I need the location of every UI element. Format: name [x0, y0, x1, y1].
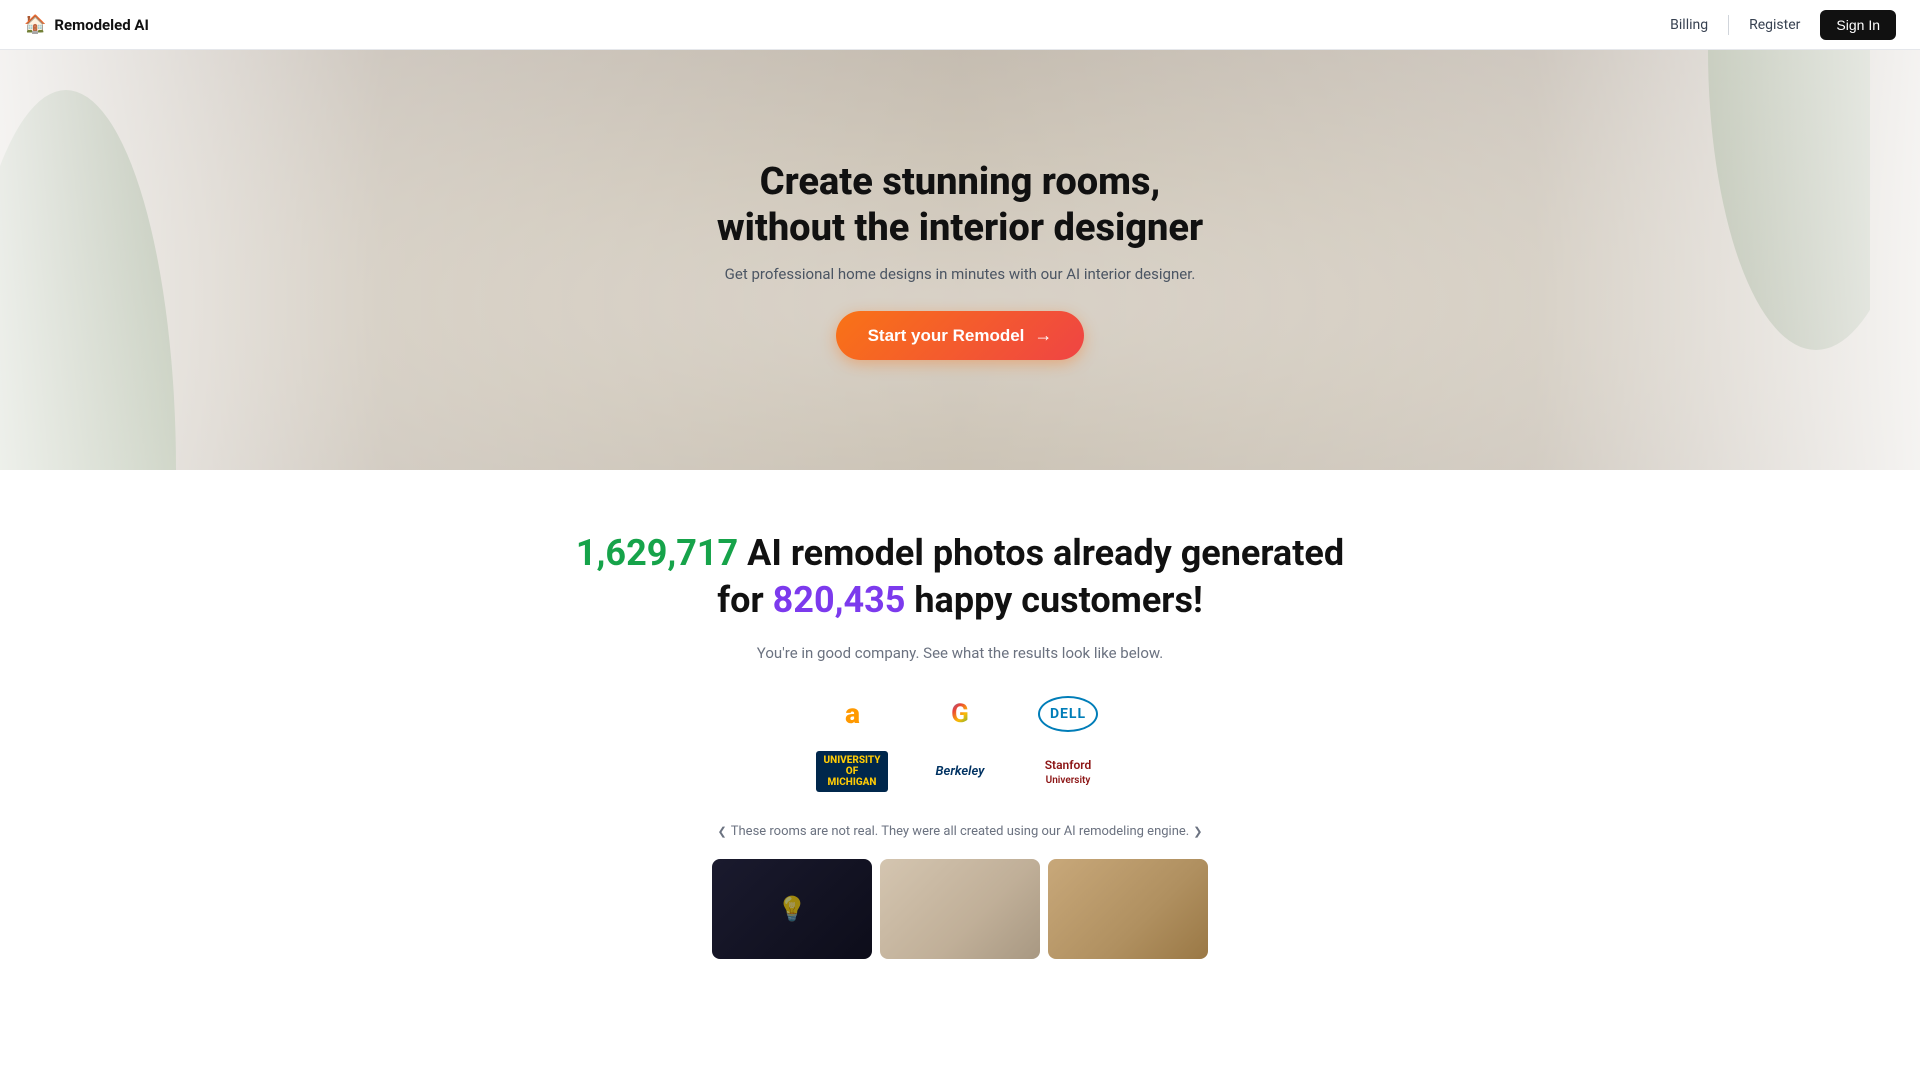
disclaimer: ❮ These rooms are not real. They were al…	[20, 824, 1900, 839]
berkeley-logo: Berkeley	[920, 750, 1000, 794]
preview-card-3	[1048, 859, 1208, 959]
logos-row-1: a G DELL	[812, 692, 1108, 736]
stats-section: 1,629,717 AI remodel photos already gene…	[0, 470, 1920, 989]
preview-card-1	[712, 859, 872, 959]
customer-count: 820,435	[773, 579, 906, 621]
hero-content: Create stunning rooms, without the inter…	[697, 160, 1223, 360]
stats-text-customers: happy customers!	[914, 579, 1202, 621]
chevron-left-icon: ❮	[718, 825, 727, 838]
nav-divider	[1728, 15, 1729, 35]
disclaimer-text: These rooms are not real. They were all …	[731, 824, 1189, 839]
billing-link[interactable]: Billing	[1658, 11, 1720, 39]
stanford-logo: StanfordUniversity	[1028, 750, 1108, 794]
hero-title: Create stunning rooms, without the inter…	[717, 160, 1203, 251]
stats-subtext: You're in good company. See what the res…	[20, 644, 1900, 662]
house-icon: 🏠	[24, 14, 46, 35]
preview-card-2	[880, 859, 1040, 959]
preview-strip	[20, 859, 1900, 959]
hero-cta-button[interactable]: Start your Remodel →	[836, 311, 1085, 360]
google-logo: G	[920, 692, 1000, 736]
hero-cta-label: Start your Remodel	[868, 326, 1025, 346]
stats-text-ai: AI remodel photos already generated	[747, 532, 1344, 574]
chevron-right-icon: ❯	[1193, 825, 1202, 838]
photo-count: 1,629,717	[576, 532, 738, 574]
hero-subtitle: Get professional home designs in minutes…	[717, 265, 1203, 283]
navbar: 🏠 Remodeled AI Billing Register Sign In	[0, 0, 1920, 50]
logos-row-2: UNIVERSITYOFMICHIGAN Berkeley StanfordUn…	[812, 750, 1108, 794]
stats-text-for: for	[717, 579, 763, 621]
brand-name: Remodeled AI	[54, 16, 148, 34]
logos-grid: a G DELL UNIVERSITYOFMICHIGAN Berkeley S…	[20, 692, 1900, 794]
register-link[interactable]: Register	[1737, 11, 1812, 39]
hero-title-line1: Create stunning rooms,	[760, 160, 1161, 204]
stats-headline: 1,629,717 AI remodel photos already gene…	[20, 530, 1900, 624]
brand-logo[interactable]: 🏠 Remodeled AI	[24, 14, 149, 35]
navbar-right: Billing Register Sign In	[1658, 10, 1896, 40]
dell-logo: DELL	[1028, 692, 1108, 736]
hero-title-line2: without the interior designer	[717, 206, 1203, 250]
hero-section: Create stunning rooms, without the inter…	[0, 50, 1920, 470]
sign-in-button[interactable]: Sign In	[1820, 10, 1896, 40]
arrow-icon: →	[1034, 325, 1052, 346]
michigan-logo: UNIVERSITYOFMICHIGAN	[812, 750, 892, 794]
amazon-logo: a	[812, 692, 892, 736]
